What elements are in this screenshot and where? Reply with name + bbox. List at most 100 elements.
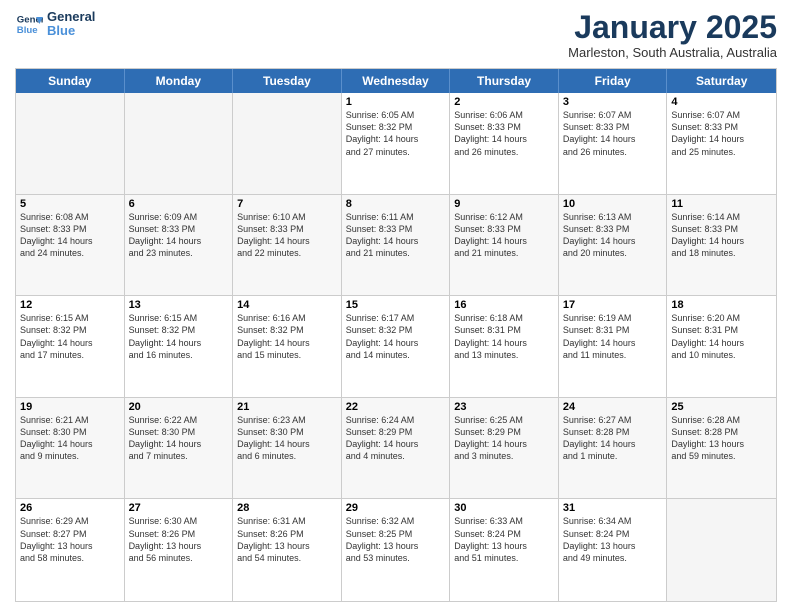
day-number: 31 xyxy=(563,502,663,514)
day-number: 29 xyxy=(346,502,446,514)
day-number: 22 xyxy=(346,401,446,413)
day-number: 7 xyxy=(237,198,337,210)
table-row: 7Sunrise: 6:10 AMSunset: 8:33 PMDaylight… xyxy=(233,195,342,296)
day-number: 13 xyxy=(129,299,229,311)
day-number: 2 xyxy=(454,96,554,108)
calendar-header: SundayMondayTuesdayWednesdayThursdayFrid… xyxy=(16,69,776,93)
day-number: 23 xyxy=(454,401,554,413)
table-row: 5Sunrise: 6:08 AMSunset: 8:33 PMDaylight… xyxy=(16,195,125,296)
day-number: 18 xyxy=(671,299,772,311)
cell-info: Sunrise: 6:25 AMSunset: 8:29 PMDaylight:… xyxy=(454,414,554,463)
cell-info: Sunrise: 6:22 AMSunset: 8:30 PMDaylight:… xyxy=(129,414,229,463)
location: Marleston, South Australia, Australia xyxy=(568,45,777,60)
day-number: 3 xyxy=(563,96,663,108)
day-number: 20 xyxy=(129,401,229,413)
cell-info: Sunrise: 6:20 AMSunset: 8:31 PMDaylight:… xyxy=(671,312,772,361)
cell-info: Sunrise: 6:17 AMSunset: 8:32 PMDaylight:… xyxy=(346,312,446,361)
cell-info: Sunrise: 6:15 AMSunset: 8:32 PMDaylight:… xyxy=(129,312,229,361)
table-row xyxy=(233,93,342,194)
day-number: 17 xyxy=(563,299,663,311)
table-row: 11Sunrise: 6:14 AMSunset: 8:33 PMDayligh… xyxy=(667,195,776,296)
day-number: 10 xyxy=(563,198,663,210)
day-number: 24 xyxy=(563,401,663,413)
cell-info: Sunrise: 6:15 AMSunset: 8:32 PMDaylight:… xyxy=(20,312,120,361)
table-row: 6Sunrise: 6:09 AMSunset: 8:33 PMDaylight… xyxy=(125,195,234,296)
logo-icon: General Blue xyxy=(15,10,43,38)
logo-general: General xyxy=(47,10,95,24)
cell-info: Sunrise: 6:23 AMSunset: 8:30 PMDaylight:… xyxy=(237,414,337,463)
day-number: 5 xyxy=(20,198,120,210)
table-row: 31Sunrise: 6:34 AMSunset: 8:24 PMDayligh… xyxy=(559,499,668,601)
day-number: 15 xyxy=(346,299,446,311)
day-number: 1 xyxy=(346,96,446,108)
calendar-row: 1Sunrise: 6:05 AMSunset: 8:32 PMDaylight… xyxy=(16,93,776,195)
table-row: 2Sunrise: 6:06 AMSunset: 8:33 PMDaylight… xyxy=(450,93,559,194)
day-header-thursday: Thursday xyxy=(450,69,559,93)
table-row: 22Sunrise: 6:24 AMSunset: 8:29 PMDayligh… xyxy=(342,398,451,499)
cell-info: Sunrise: 6:34 AMSunset: 8:24 PMDaylight:… xyxy=(563,515,663,564)
table-row: 9Sunrise: 6:12 AMSunset: 8:33 PMDaylight… xyxy=(450,195,559,296)
table-row: 18Sunrise: 6:20 AMSunset: 8:31 PMDayligh… xyxy=(667,296,776,397)
day-number: 4 xyxy=(671,96,772,108)
cell-info: Sunrise: 6:05 AMSunset: 8:32 PMDaylight:… xyxy=(346,109,446,158)
table-row: 4Sunrise: 6:07 AMSunset: 8:33 PMDaylight… xyxy=(667,93,776,194)
table-row: 16Sunrise: 6:18 AMSunset: 8:31 PMDayligh… xyxy=(450,296,559,397)
table-row: 30Sunrise: 6:33 AMSunset: 8:24 PMDayligh… xyxy=(450,499,559,601)
calendar-body: 1Sunrise: 6:05 AMSunset: 8:32 PMDaylight… xyxy=(16,93,776,601)
cell-info: Sunrise: 6:12 AMSunset: 8:33 PMDaylight:… xyxy=(454,211,554,260)
day-number: 9 xyxy=(454,198,554,210)
table-row: 23Sunrise: 6:25 AMSunset: 8:29 PMDayligh… xyxy=(450,398,559,499)
table-row: 8Sunrise: 6:11 AMSunset: 8:33 PMDaylight… xyxy=(342,195,451,296)
day-number: 11 xyxy=(671,198,772,210)
cell-info: Sunrise: 6:07 AMSunset: 8:33 PMDaylight:… xyxy=(563,109,663,158)
table-row: 20Sunrise: 6:22 AMSunset: 8:30 PMDayligh… xyxy=(125,398,234,499)
table-row: 3Sunrise: 6:07 AMSunset: 8:33 PMDaylight… xyxy=(559,93,668,194)
cell-info: Sunrise: 6:16 AMSunset: 8:32 PMDaylight:… xyxy=(237,312,337,361)
day-header-sunday: Sunday xyxy=(16,69,125,93)
calendar-row: 19Sunrise: 6:21 AMSunset: 8:30 PMDayligh… xyxy=(16,398,776,500)
table-row xyxy=(125,93,234,194)
cell-info: Sunrise: 6:06 AMSunset: 8:33 PMDaylight:… xyxy=(454,109,554,158)
table-row: 19Sunrise: 6:21 AMSunset: 8:30 PMDayligh… xyxy=(16,398,125,499)
title-block: January 2025 Marleston, South Australia,… xyxy=(568,10,777,60)
table-row: 1Sunrise: 6:05 AMSunset: 8:32 PMDaylight… xyxy=(342,93,451,194)
cell-info: Sunrise: 6:11 AMSunset: 8:33 PMDaylight:… xyxy=(346,211,446,260)
day-header-friday: Friday xyxy=(559,69,668,93)
table-row xyxy=(16,93,125,194)
table-row xyxy=(667,499,776,601)
table-row: 12Sunrise: 6:15 AMSunset: 8:32 PMDayligh… xyxy=(16,296,125,397)
cell-info: Sunrise: 6:24 AMSunset: 8:29 PMDaylight:… xyxy=(346,414,446,463)
day-number: 14 xyxy=(237,299,337,311)
day-number: 30 xyxy=(454,502,554,514)
day-number: 19 xyxy=(20,401,120,413)
cell-info: Sunrise: 6:31 AMSunset: 8:26 PMDaylight:… xyxy=(237,515,337,564)
table-row: 10Sunrise: 6:13 AMSunset: 8:33 PMDayligh… xyxy=(559,195,668,296)
table-row: 17Sunrise: 6:19 AMSunset: 8:31 PMDayligh… xyxy=(559,296,668,397)
calendar-row: 5Sunrise: 6:08 AMSunset: 8:33 PMDaylight… xyxy=(16,195,776,297)
calendar-row: 12Sunrise: 6:15 AMSunset: 8:32 PMDayligh… xyxy=(16,296,776,398)
logo: General Blue General Blue xyxy=(15,10,95,39)
table-row: 14Sunrise: 6:16 AMSunset: 8:32 PMDayligh… xyxy=(233,296,342,397)
cell-info: Sunrise: 6:14 AMSunset: 8:33 PMDaylight:… xyxy=(671,211,772,260)
logo-blue: Blue xyxy=(47,24,95,38)
table-row: 28Sunrise: 6:31 AMSunset: 8:26 PMDayligh… xyxy=(233,499,342,601)
day-number: 6 xyxy=(129,198,229,210)
cell-info: Sunrise: 6:27 AMSunset: 8:28 PMDaylight:… xyxy=(563,414,663,463)
table-row: 21Sunrise: 6:23 AMSunset: 8:30 PMDayligh… xyxy=(233,398,342,499)
cell-info: Sunrise: 6:09 AMSunset: 8:33 PMDaylight:… xyxy=(129,211,229,260)
calendar-row: 26Sunrise: 6:29 AMSunset: 8:27 PMDayligh… xyxy=(16,499,776,601)
cell-info: Sunrise: 6:32 AMSunset: 8:25 PMDaylight:… xyxy=(346,515,446,564)
cell-info: Sunrise: 6:33 AMSunset: 8:24 PMDaylight:… xyxy=(454,515,554,564)
cell-info: Sunrise: 6:18 AMSunset: 8:31 PMDaylight:… xyxy=(454,312,554,361)
table-row: 25Sunrise: 6:28 AMSunset: 8:28 PMDayligh… xyxy=(667,398,776,499)
table-row: 15Sunrise: 6:17 AMSunset: 8:32 PMDayligh… xyxy=(342,296,451,397)
month-title: January 2025 xyxy=(568,10,777,45)
table-row: 24Sunrise: 6:27 AMSunset: 8:28 PMDayligh… xyxy=(559,398,668,499)
cell-info: Sunrise: 6:13 AMSunset: 8:33 PMDaylight:… xyxy=(563,211,663,260)
table-row: 26Sunrise: 6:29 AMSunset: 8:27 PMDayligh… xyxy=(16,499,125,601)
day-number: 16 xyxy=(454,299,554,311)
day-number: 25 xyxy=(671,401,772,413)
day-number: 28 xyxy=(237,502,337,514)
table-row: 29Sunrise: 6:32 AMSunset: 8:25 PMDayligh… xyxy=(342,499,451,601)
day-number: 8 xyxy=(346,198,446,210)
